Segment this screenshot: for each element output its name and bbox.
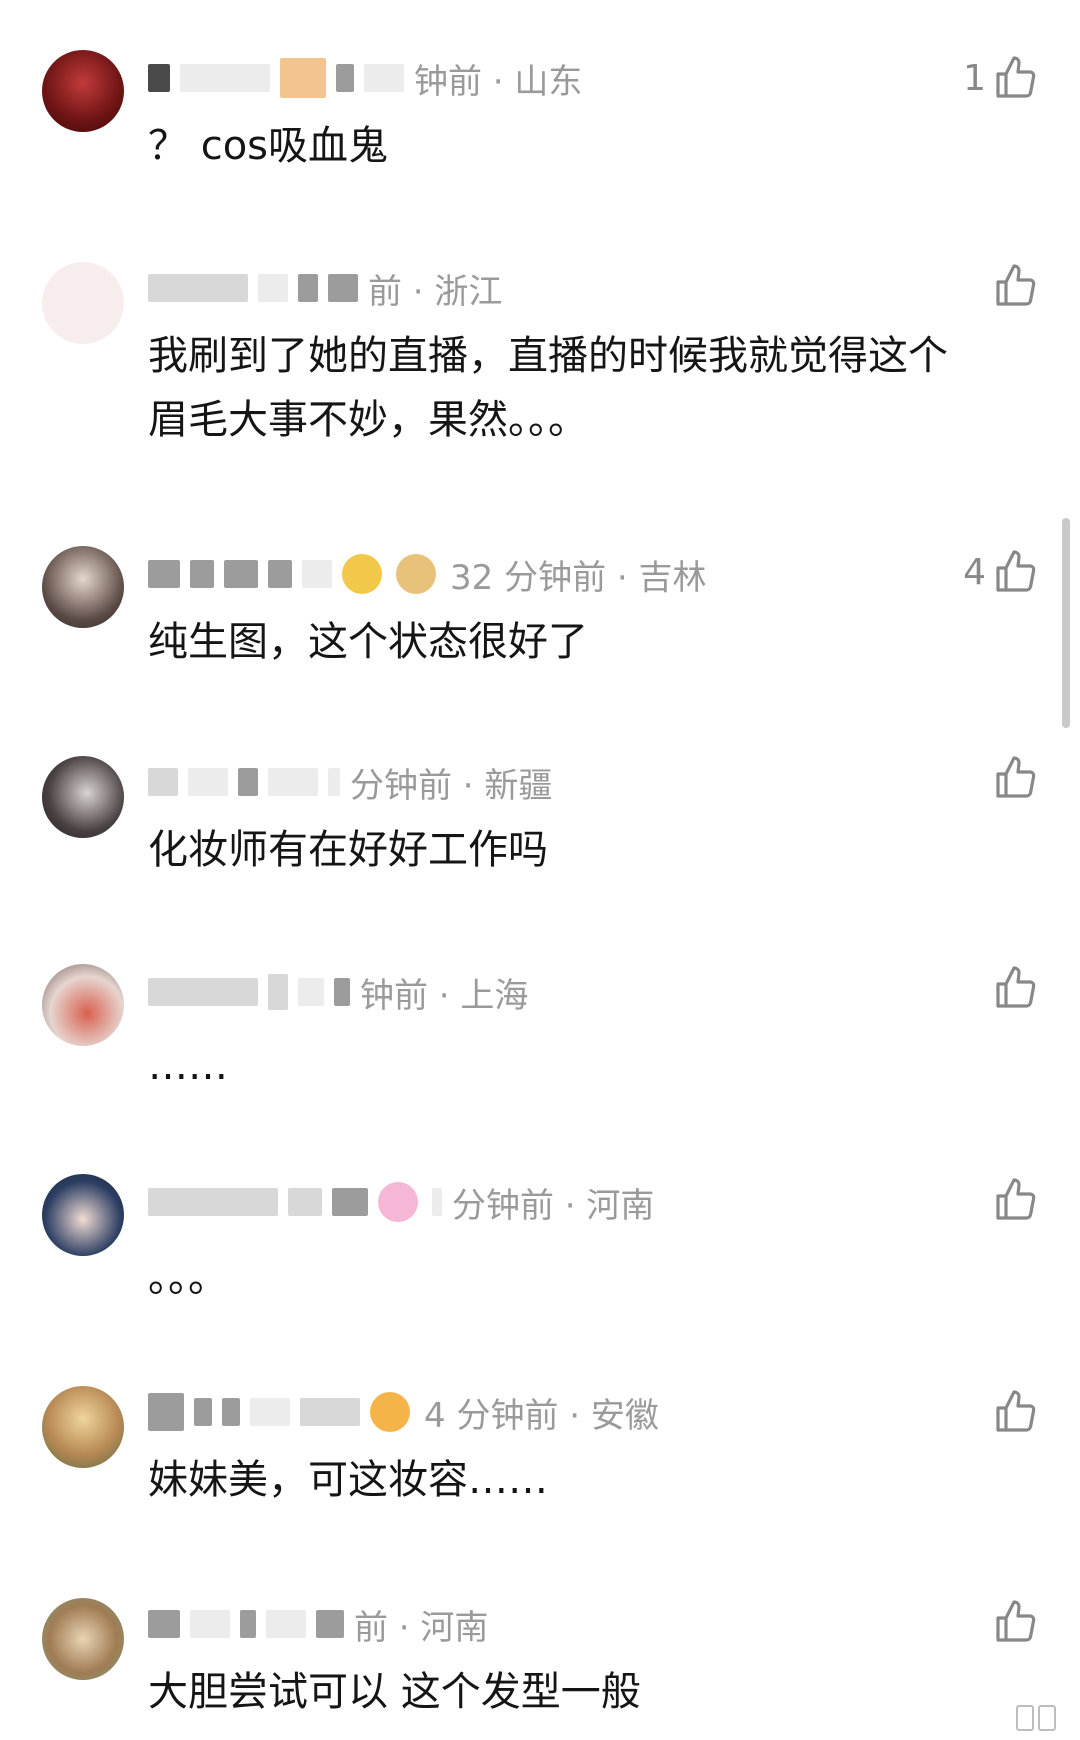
comment-time-location: 32 分钟前 · 吉林 — [450, 557, 707, 598]
like-button[interactable]: 4 — [963, 544, 1040, 600]
comment-text: 妹妹美，可这妆容…… — [148, 1457, 548, 1503]
comment-text: ？ cos吸血鬼 — [148, 123, 389, 169]
comment-text: 化妆师有在好好工作吗 — [148, 827, 548, 873]
thumbs-up-icon — [996, 56, 1036, 98]
thumbs-up-icon — [996, 1390, 1036, 1432]
avatar[interactable] — [42, 50, 124, 132]
comment-time-location: 前 · 河南 — [354, 1607, 489, 1648]
comment-time-location: 4 分钟前 · 安徽 — [424, 1395, 659, 1436]
comment-time-location: 分钟前 · 新疆 — [350, 765, 553, 806]
thumbs-up-icon — [996, 1600, 1036, 1642]
comment-text-line: 眉毛大事不妙，果然。。。 — [148, 397, 588, 443]
thumbs-up-icon — [996, 756, 1036, 798]
avatar[interactable] — [42, 1598, 124, 1680]
thumbs-up-icon — [996, 966, 1036, 1008]
comment-meta: 分钟前 · 新疆 — [148, 760, 553, 806]
comment-meta: 4 分钟前 · 安徽 — [148, 1390, 659, 1436]
avatar[interactable] — [42, 262, 124, 344]
comment-meta: 钟前 · 山东 — [148, 56, 583, 102]
thumbs-up-icon — [996, 1178, 1036, 1220]
avatar[interactable] — [42, 546, 124, 628]
multi-page-icon — [1016, 1704, 1068, 1732]
like-button[interactable] — [986, 258, 1040, 314]
comment-text-line: 我刷到了她的直播，直播的时候我就觉得这个 — [148, 333, 948, 379]
comment-time-location: 钟前 · 上海 — [360, 975, 529, 1016]
comment-meta: 分钟前 · 河南 — [148, 1180, 655, 1226]
comment-time-location: 前 · 浙江 — [368, 271, 503, 312]
like-button[interactable] — [986, 1384, 1040, 1440]
like-button[interactable] — [986, 1172, 1040, 1228]
avatar[interactable] — [42, 964, 124, 1046]
comment-meta: 前 · 浙江 — [148, 266, 503, 312]
thumbs-up-icon — [996, 264, 1036, 306]
comment-time-location: 钟前 · 山东 — [414, 61, 583, 102]
like-button[interactable] — [986, 750, 1040, 806]
comment-feed: 钟前 · 山东 ？ cos吸血鬼 1 前 · 浙江 我刷到了她的直播，直播的时候… — [0, 0, 1080, 1740]
avatar[interactable] — [42, 756, 124, 838]
comment-text: 纯生图，这个状态很好了 — [148, 619, 588, 665]
like-button[interactable] — [986, 960, 1040, 1016]
like-button[interactable]: 1 — [963, 50, 1040, 106]
like-count: 4 — [963, 551, 986, 593]
scrollbar[interactable] — [1062, 518, 1070, 728]
comment-time-location: 分钟前 · 河南 — [452, 1185, 655, 1226]
comment-text: …… — [148, 1043, 228, 1089]
comment-meta: 32 分钟前 · 吉林 — [148, 552, 707, 598]
like-count: 1 — [963, 57, 986, 99]
thumbs-up-icon — [996, 550, 1036, 592]
avatar[interactable] — [42, 1174, 124, 1256]
comment-meta: 钟前 · 上海 — [148, 970, 529, 1016]
comment-text: 我刷到了她的直播，直播的时候我就觉得这个 眉毛大事不妙，果然。。。 — [148, 324, 948, 452]
comment-meta: 前 · 河南 — [148, 1602, 489, 1648]
comment-text: 大胆尝试可以 这个发型一般 — [148, 1669, 641, 1715]
avatar[interactable] — [42, 1386, 124, 1468]
like-button[interactable] — [986, 1594, 1040, 1650]
comment-text: 。。。 — [148, 1255, 228, 1301]
